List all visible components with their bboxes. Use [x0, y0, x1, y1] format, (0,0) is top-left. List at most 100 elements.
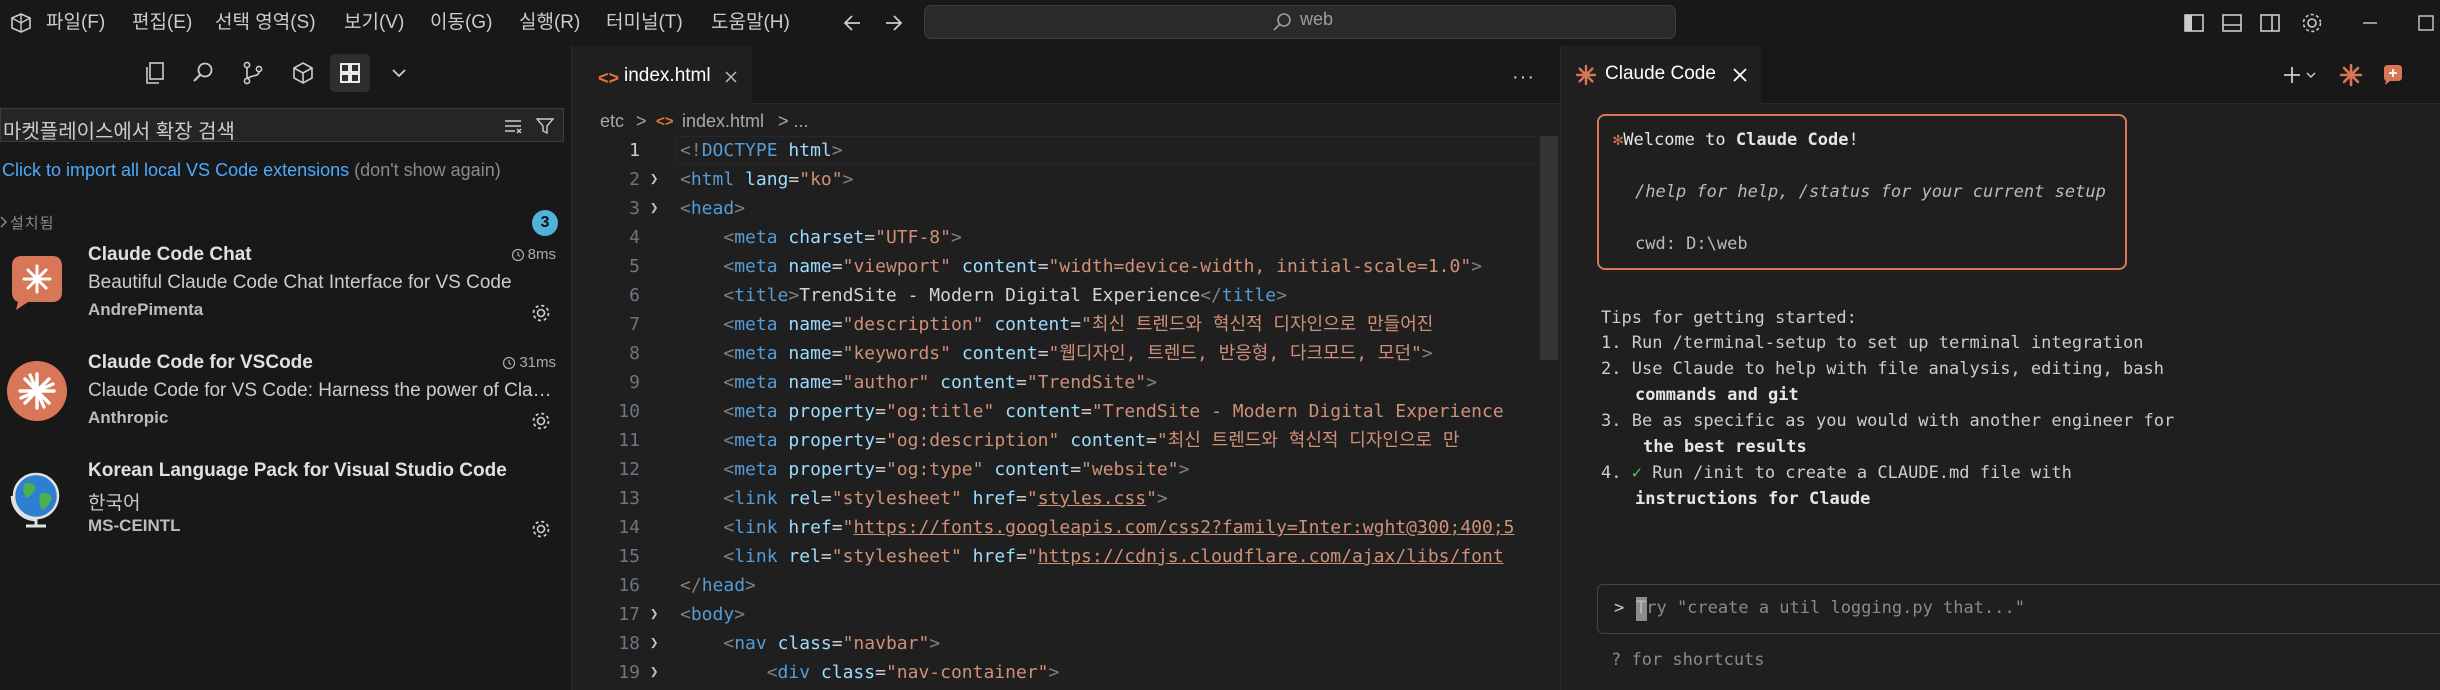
gear-icon[interactable] [530, 518, 552, 540]
extension-name: Claude Code Chat [88, 244, 252, 265]
back-icon[interactable] [840, 11, 866, 35]
code-line: 7 <meta name="description" content="최신 트… [572, 310, 1560, 339]
fold-chevron-icon[interactable]: ❯ [650, 600, 658, 629]
code-line: 4 <meta charset="UTF-8"> [572, 223, 1560, 252]
tab-label: Claude Code [1605, 63, 1716, 84]
code-line: 9 <meta name="author" content="TrendSite… [572, 368, 1560, 397]
new-tab-plus-icon[interactable] [2281, 64, 2303, 86]
code-line: 1 <!DOCTYPE html> [572, 136, 1560, 165]
line-number: 15 [618, 546, 640, 567]
run-debug-icon[interactable] [290, 60, 316, 86]
search-icon[interactable] [190, 60, 216, 86]
fold-chevron-icon[interactable]: ❯ [650, 194, 658, 223]
cwd-label: cwd: D:\web [1635, 234, 1748, 254]
tip-continuation: commands and git [1635, 385, 1799, 405]
gear-icon[interactable] [530, 302, 552, 324]
code-line: 16 </head> [572, 571, 1560, 600]
line-number: 10 [618, 401, 640, 422]
close-icon[interactable] [722, 68, 740, 86]
menu-help[interactable]: 도움말(H) [711, 10, 790, 36]
editor-tab-bar: <> index.html ··· [572, 46, 1560, 104]
installed-section-header[interactable]: 설치됨 3 [0, 206, 564, 236]
menu-view[interactable]: 보기(V) [344, 10, 404, 36]
toggle-secondary-sidebar-icon[interactable] [2258, 11, 2282, 35]
extension-item-korean-language-pack[interactable]: Korean Language Pack for Visual Studio C… [0, 454, 564, 560]
tip-number: 2. [1601, 359, 1622, 379]
code-editor[interactable]: 1 <!DOCTYPE html> 2 ❯ <html lang="ko"> 3… [572, 136, 1560, 690]
claude-code-panel: Claude Code ✻Welcome to Claude Code! /he… [1560, 46, 2440, 690]
menu-selection[interactable]: 선택 영역(S) [215, 10, 316, 36]
menu-terminal[interactable]: 터미널(T) [606, 10, 683, 36]
extensions-icon[interactable] [337, 60, 363, 86]
extensions-sidebar: 마켓플레이스에서 확장 검색 Click to import all local… [0, 46, 572, 690]
code-line: 6 <title>TrendSite - Modern Digital Expe… [572, 281, 1560, 310]
line-number: 7 [629, 314, 640, 335]
line-number: 17 [618, 604, 640, 625]
code-line: 15 <link rel="stylesheet" href="https://… [572, 542, 1560, 571]
activation-time: 8ms [511, 246, 556, 263]
extension-name: Korean Language Pack for Visual Studio C… [88, 460, 507, 481]
installed-count-badge: 3 [532, 210, 558, 236]
code-line: 2 ❯ <html lang="ko"> [572, 165, 1560, 194]
toggle-primary-sidebar-icon[interactable] [2182, 11, 2206, 35]
breadcrumb-file[interactable]: index.html [682, 111, 764, 132]
more-actions-icon[interactable]: ··· [1512, 66, 1535, 89]
extension-item-claude-code-vscode[interactable]: Claude Code for VSCode 31ms Claude Code … [0, 346, 564, 452]
tab-claude-code[interactable]: Claude Code [1561, 46, 1761, 104]
gear-icon[interactable] [530, 410, 552, 432]
tip-continuation: instructions for Claude [1635, 489, 1871, 509]
clear-filter-icon[interactable] [503, 116, 523, 136]
filter-icon[interactable] [535, 116, 555, 136]
forward-icon[interactable] [880, 11, 906, 35]
scrollbar-thumb[interactable] [1540, 136, 1558, 360]
source-control-icon[interactable] [240, 60, 266, 86]
extension-search-input[interactable]: 마켓플레이스에서 확장 검색 [0, 108, 564, 143]
import-extensions-link[interactable]: Click to import all local VS Code extens… [2, 160, 349, 180]
line-number: 19 [618, 662, 640, 683]
toggle-panel-icon[interactable] [2220, 11, 2244, 35]
minimize-icon[interactable] [2358, 11, 2382, 35]
menu-run[interactable]: 실행(R) [519, 10, 580, 36]
extension-search-value: 마켓플레이스에서 확장 검색 [3, 121, 235, 143]
maximize-icon[interactable] [2414, 11, 2438, 35]
line-number: 9 [629, 372, 640, 393]
close-icon[interactable] [1731, 66, 1749, 84]
welcome-box: ✻Welcome to Claude Code! /help for help,… [1597, 114, 2127, 270]
prompt-caret-icon: > [1614, 598, 1625, 618]
welcome-prefix: Welcome to [1623, 130, 1736, 150]
chevron-down-icon[interactable] [2305, 70, 2317, 80]
extension-item-claude-code-chat[interactable]: Claude Code Chat 8ms Beautiful Claude Co… [0, 238, 564, 344]
prompt-placeholder: Try "create a util logging.py that..." [1636, 598, 2025, 618]
tip-number: 3. [1601, 411, 1622, 431]
line-number: 1 [629, 140, 640, 161]
breadcrumb-symbol[interactable]: > ... [778, 111, 809, 132]
extension-name: Claude Code for VSCode [88, 352, 313, 373]
customize-layout-icon[interactable] [2300, 11, 2324, 35]
prompt-input[interactable]: > Try "create a util logging.py that..." [1597, 584, 2440, 634]
tab-label: index.html [624, 65, 711, 86]
line-number: 16 [618, 575, 640, 596]
line-number: 18 [618, 633, 640, 654]
tab-index-html[interactable]: <> index.html [572, 46, 752, 104]
line-number: 13 [618, 488, 640, 509]
tips-title: Tips for getting started: [1601, 308, 1857, 328]
html-file-icon: <> [656, 113, 674, 130]
line-number: 11 [618, 430, 640, 451]
menu-edit[interactable]: 편집(E) [132, 10, 192, 36]
dont-show-again-link[interactable]: (don't show again) [354, 160, 501, 180]
breadcrumb-folder[interactable]: etc [600, 111, 624, 132]
extension-publisher: Anthropic [88, 408, 169, 427]
menu-go[interactable]: 이동(G) [430, 10, 492, 36]
claude-icon[interactable] [2339, 63, 2363, 87]
chevron-down-icon[interactable] [386, 60, 412, 86]
code-line: 18 ❯ <nav class="navbar"> [572, 629, 1560, 658]
fold-chevron-icon[interactable]: ❯ [650, 629, 658, 658]
code-line: 13 <link rel="stylesheet" href="styles.c… [572, 484, 1560, 513]
fold-chevron-icon[interactable]: ❯ [650, 658, 658, 687]
line-number: 2 [629, 169, 640, 190]
fold-chevron-icon[interactable]: ❯ [650, 165, 658, 194]
tip-text: Use Claude to help with file analysis, e… [1631, 359, 2164, 379]
menu-file[interactable]: 파일(F) [46, 10, 105, 36]
explorer-icon[interactable] [142, 60, 168, 86]
claude-chat-icon[interactable] [2381, 63, 2405, 87]
